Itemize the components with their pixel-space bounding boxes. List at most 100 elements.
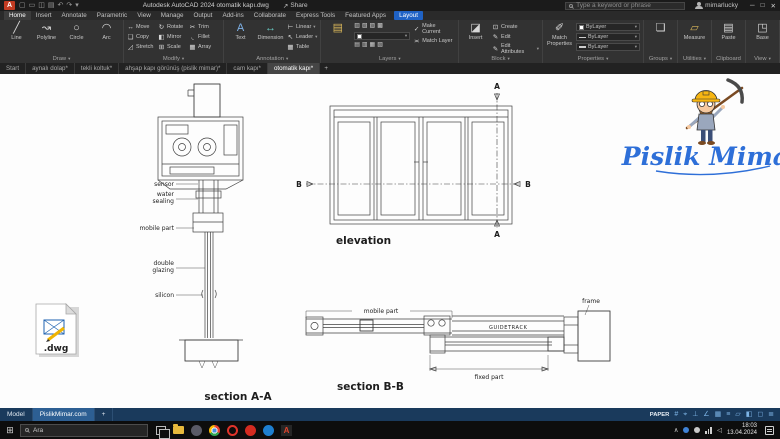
panel-layers-label[interactable]: Layers▾ (321, 54, 458, 63)
volume-icon[interactable]: ◁ (717, 426, 722, 434)
layer-dropdown[interactable]: ▾ (354, 32, 410, 40)
save-icon[interactable]: ◫ (38, 1, 45, 10)
base-view-tool[interactable]: ◳Base (749, 22, 776, 41)
redo-icon[interactable]: ↷ (66, 1, 72, 10)
opera-icon[interactable] (227, 425, 238, 436)
doc-tab-cam-kapi[interactable]: cam kapı* (227, 63, 268, 74)
tray-expand-icon[interactable]: ∧ (674, 426, 679, 434)
autocad-taskbar-icon[interactable]: A (281, 425, 292, 436)
maximize-button[interactable]: □ (761, 2, 765, 10)
chrome-icon[interactable] (209, 425, 220, 436)
panel-draw-label[interactable]: Draw▾ (0, 54, 123, 63)
text-tool[interactable]: AText (227, 22, 254, 41)
user-account[interactable]: mimarlucky (695, 2, 738, 9)
layer-icon[interactable]: ▩ (377, 23, 383, 30)
stretch-tool[interactable]: ◿Stretch (127, 43, 158, 51)
panel-clipboard-label[interactable]: Clipboard (712, 54, 745, 63)
action-center-icon[interactable] (765, 426, 774, 435)
paper-space-indicator[interactable]: PAPER (650, 412, 670, 418)
fillet-tool[interactable]: ◟Fillet (189, 33, 220, 41)
match-layer-tool[interactable]: ≍Match Layer (413, 37, 455, 45)
trim-tool[interactable]: ✂Trim (189, 23, 220, 31)
task-view-button[interactable] (156, 426, 166, 435)
tab-home[interactable]: Home (4, 11, 31, 20)
new-icon[interactable]: ▢ (19, 1, 26, 10)
move-tool[interactable]: ↔Move (127, 24, 158, 31)
doc-tab-otomatik-kapi[interactable]: otomatik kapı* (268, 63, 320, 74)
arc-tool[interactable]: ◠Arc (93, 22, 120, 41)
lineweight-toggle-icon[interactable]: ≡ (726, 409, 730, 421)
layer-properties-tool[interactable]: ▤ (324, 22, 351, 34)
leader-tool[interactable]: ↖Leader▾ (287, 33, 317, 41)
ortho-toggle-icon[interactable]: ⊥ (692, 409, 698, 421)
insert-block-tool[interactable]: ◪Insert (462, 22, 489, 41)
panel-properties-label[interactable]: Properties▾ (543, 54, 643, 63)
share-button[interactable]: ↗ Share (283, 2, 308, 10)
start-button[interactable]: ⊞ (0, 425, 20, 436)
undo-icon[interactable]: ↶ (58, 1, 64, 10)
close-button[interactable]: ✕ (771, 2, 776, 10)
layer-icon[interactable]: ▥ (362, 42, 368, 49)
tab-addins[interactable]: Add-ins (217, 11, 248, 20)
search-box[interactable]: Type a keyword or phrase (565, 2, 685, 10)
layer-icon[interactable]: ▧ (362, 23, 368, 30)
doc-tab-start[interactable]: Start (0, 63, 26, 74)
doc-tab-ahsap-kapi[interactable]: ahşap kapı görünüş (pislik mimar)* (119, 63, 227, 74)
isolate-icon[interactable]: ◻ (757, 409, 763, 421)
polyline-tool[interactable]: ↝Polyline (33, 22, 60, 41)
layer-icon[interactable]: ▦ (370, 42, 376, 49)
grid-toggle-icon[interactable]: # (674, 409, 678, 421)
measure-tool[interactable]: ▱Measure (681, 22, 708, 41)
tab-layout[interactable]: Layout (394, 11, 423, 20)
tray-app-icon[interactable] (694, 427, 700, 433)
drawing-canvas[interactable]: sensor water sealing mobile part double … (0, 74, 780, 408)
annotation-scale-icon[interactable]: ▱ (735, 409, 740, 421)
tab-collaborate[interactable]: Collaborate (249, 11, 291, 20)
table-tool[interactable]: ▦Table (287, 43, 317, 51)
doc-tab-aynali-dolap[interactable]: aynalı dolap* (26, 63, 75, 74)
open-icon[interactable]: ▭ (29, 1, 36, 10)
plot-icon[interactable]: ▤ (48, 1, 55, 10)
make-current-tool[interactable]: ✓Make Current (413, 23, 455, 35)
tab-manage[interactable]: Manage (156, 11, 189, 20)
layer-icon[interactable]: ▧ (377, 42, 383, 49)
color-dropdown[interactable]: ByLayer▾ (576, 23, 640, 31)
app-avatar-icon[interactable] (191, 425, 202, 436)
tab-featured-apps[interactable]: Featured Apps (340, 11, 391, 20)
file-explorer-icon[interactable] (173, 426, 184, 434)
blue-app-icon[interactable] (263, 425, 274, 436)
scale-tool[interactable]: ⊞Scale (158, 43, 189, 51)
tab-output[interactable]: Output (189, 11, 218, 20)
dimension-tool[interactable]: ↔Dimension (257, 22, 284, 41)
layer-icon[interactable]: ▨ (370, 23, 376, 30)
copy-tool[interactable]: ❏Copy (127, 33, 158, 41)
tab-view[interactable]: View (132, 11, 156, 20)
linear-tool[interactable]: ⊢Linear▾ (287, 23, 317, 31)
panel-block-label[interactable]: Block▾ (459, 55, 542, 63)
layer-icon[interactable]: ▥ (354, 23, 360, 30)
tray-app-icon[interactable] (683, 427, 689, 433)
workspace-icon[interactable]: ◧ (746, 409, 753, 421)
paste-tool[interactable]: ▤Paste (715, 22, 742, 41)
group-tool[interactable]: ❏ (647, 22, 674, 34)
tab-express-tools[interactable]: Express Tools (291, 11, 340, 20)
linetype-dropdown[interactable]: ByLayer▾ (576, 33, 640, 41)
edit-block-tool[interactable]: ✎Edit (492, 33, 539, 41)
model-tab[interactable]: Model (0, 408, 33, 421)
doc-tab-tekli-koltuk[interactable]: tekli koltuk* (75, 63, 119, 74)
taskbar-search[interactable]: Ara (20, 424, 148, 437)
mirror-tool[interactable]: ◧Mirror (158, 33, 189, 41)
autocad-app-button[interactable]: A (4, 1, 15, 10)
minimize-button[interactable]: ─ (750, 2, 755, 10)
tab-parametric[interactable]: Parametric (92, 11, 132, 20)
panel-groups-label[interactable]: Groups▾ (644, 54, 677, 63)
array-tool[interactable]: ▦Array (189, 43, 220, 51)
lineweight-dropdown[interactable]: ByLayer▾ (576, 43, 640, 51)
panel-modify-label[interactable]: Modify▾ (124, 54, 223, 63)
circle-tool[interactable]: ○Circle (63, 22, 90, 41)
network-icon[interactable] (705, 427, 712, 434)
line-tool[interactable]: ╱Line (3, 22, 30, 41)
panel-annotation-label[interactable]: Annotation▾ (224, 54, 320, 63)
customize-icon[interactable]: ≣ (768, 409, 774, 421)
taskbar-clock[interactable]: 18:03 13.04.2024 (727, 423, 757, 437)
